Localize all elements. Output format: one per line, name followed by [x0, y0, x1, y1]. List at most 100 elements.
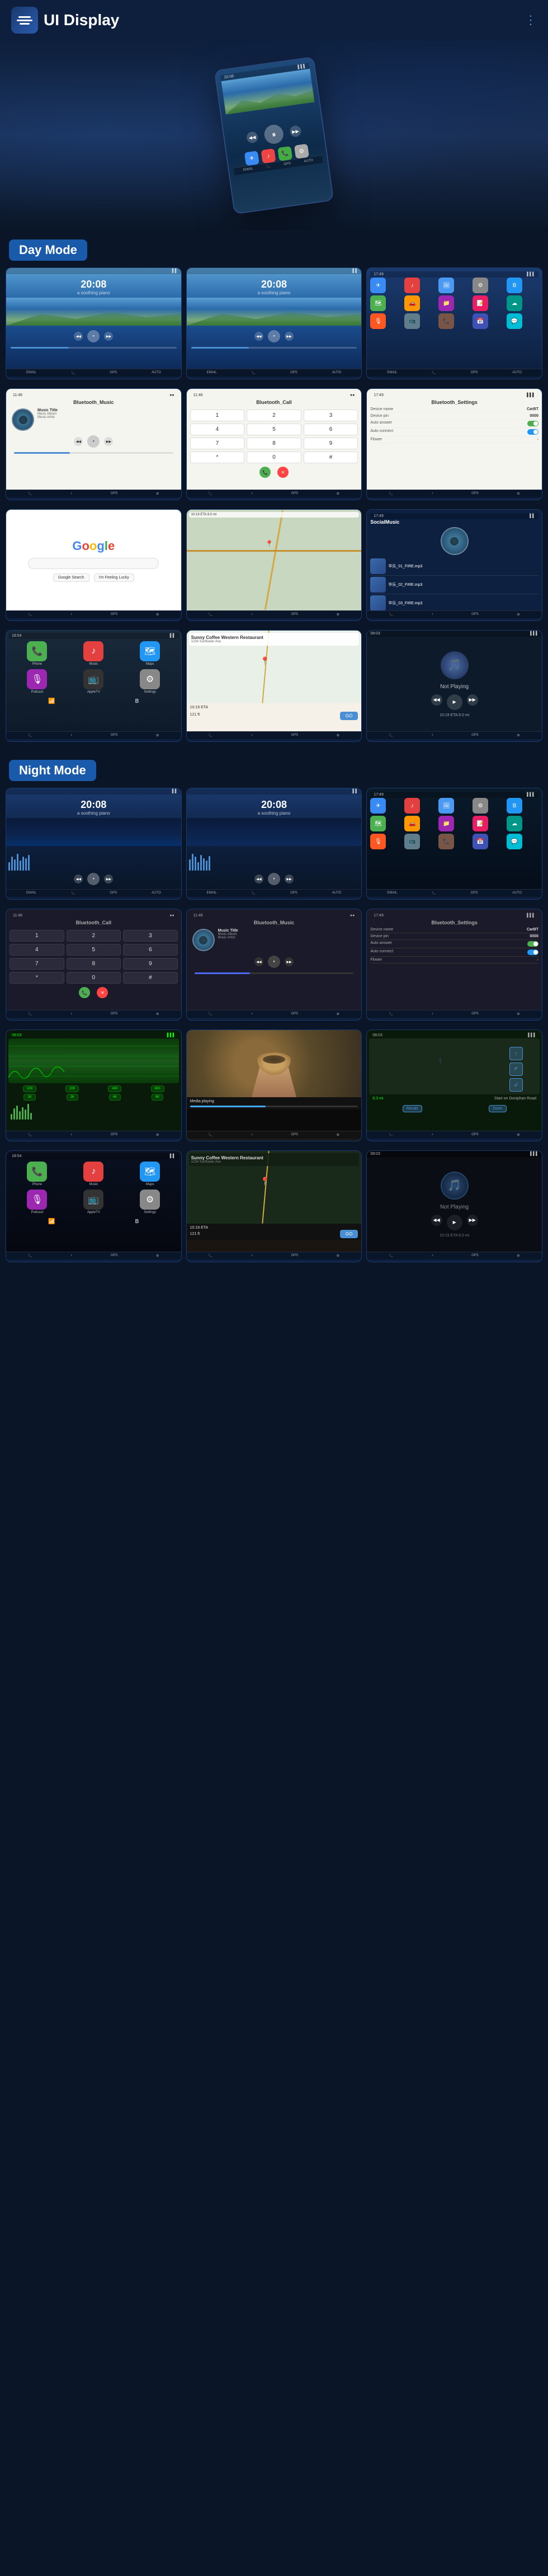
menu-icon[interactable]: ⋮	[525, 13, 537, 27]
google-search-box[interactable]	[28, 558, 159, 569]
nbt3-aa-toggle[interactable]	[527, 941, 538, 947]
app-settings[interactable]: ⚙	[473, 278, 488, 293]
cp-podcast[interactable]: 🎙 Podcast	[11, 669, 64, 694]
n-app-calendar[interactable]: 📅	[473, 834, 488, 849]
n-app-notes[interactable]: 📝	[473, 816, 488, 831]
d2-play[interactable]: ⏸	[268, 330, 280, 342]
nbt1-key-hash[interactable]: #	[123, 972, 178, 984]
drest-go-btn[interactable]: GO	[340, 712, 358, 720]
ds-track-3[interactable]: 华乐_03_FIRE.mp3	[370, 594, 538, 610]
app-maps[interactable]: 🗺	[370, 295, 386, 311]
app-music[interactable]: ♪	[404, 278, 420, 293]
hero-play-btn[interactable]: ⏸	[263, 124, 285, 145]
nbt1-hangup-btn[interactable]: ✕	[97, 987, 108, 998]
ds-track-1[interactable]: 华乐_01_FIRE.mp3	[370, 557, 538, 576]
dbt2-key-5[interactable]: 5	[247, 424, 301, 435]
n-app-telegram[interactable]: ✈	[370, 798, 386, 814]
n-app-carplay[interactable]: 🚗	[404, 816, 420, 831]
nnp-prev[interactable]: ◀◀	[431, 1215, 442, 1226]
nw-btn-4[interactable]: 800	[151, 1085, 164, 1092]
nbt1-key-1[interactable]: 1	[10, 930, 64, 942]
app-carplay[interactable]: 🚗	[404, 295, 420, 311]
nbt1-key-7[interactable]: 7	[10, 958, 64, 970]
dbt2-key-star[interactable]: *	[190, 452, 245, 463]
d2-next[interactable]: ▶▶	[285, 332, 294, 341]
ncp-phone[interactable]: 📞 Phone	[11, 1162, 64, 1186]
nw-btn-5[interactable]: 1K	[23, 1094, 35, 1101]
nw-btn-2[interactable]: 200	[65, 1085, 79, 1092]
app-photo[interactable]: 🖼	[438, 278, 454, 293]
ncp-appletv[interactable]: 📺 AppleTV	[67, 1190, 120, 1214]
nn-zoom-btn[interactable]: Zoom	[489, 1105, 507, 1112]
n-app-podcast[interactable]: 🎙	[370, 834, 386, 849]
nw-btn-1[interactable]: 100	[23, 1085, 36, 1092]
cp-settings[interactable]: ⚙ Settings	[124, 669, 177, 694]
n-app-files[interactable]: 📁	[438, 816, 454, 831]
n-app-music[interactable]: ♪	[404, 798, 420, 814]
n1-play[interactable]: ⏸	[87, 873, 100, 885]
d2-prev[interactable]: ◀◀	[254, 332, 263, 341]
dnp-play[interactable]: ▶	[447, 694, 462, 710]
dbt2-key-6[interactable]: 6	[304, 424, 358, 435]
d1-next[interactable]: ▶▶	[104, 332, 113, 341]
dbt2-hangup-btn[interactable]: ✕	[277, 467, 289, 478]
dbt2-call-btn[interactable]: 📞	[259, 467, 271, 478]
dbt2-key-2[interactable]: 2	[247, 410, 301, 421]
dbt2-key-hash[interactable]: #	[304, 452, 358, 463]
nbt1-key-9[interactable]: 9	[123, 958, 178, 970]
dbt2-key-3[interactable]: 3	[304, 410, 358, 421]
n2-prev[interactable]: ◀◀	[254, 875, 263, 883]
n-app-messages[interactable]: 💬	[507, 834, 522, 849]
n-app-weather[interactable]: ☁	[507, 816, 522, 831]
hero-next-btn[interactable]: ▶▶	[289, 125, 302, 138]
n-app-maps[interactable]: 🗺	[370, 816, 386, 831]
nrest-go-btn[interactable]: GO	[340, 1230, 358, 1238]
google-lucky-btn[interactable]: I'm Feeling Lucky	[94, 574, 134, 582]
nbt1-call-btn[interactable]: 📞	[79, 987, 90, 998]
nbt1-key-2[interactable]: 2	[67, 930, 121, 942]
n-app-settings[interactable]: ⚙	[473, 798, 488, 814]
dnp-prev[interactable]: ◀◀	[431, 694, 442, 706]
app-calendar[interactable]: 📅	[473, 313, 488, 329]
dbt2-key-7[interactable]: 7	[190, 438, 245, 449]
n-app-bt[interactable]: B	[507, 798, 522, 814]
dbt3-ac-toggle[interactable]	[527, 429, 538, 435]
dbt1-next[interactable]: ▶▶	[104, 437, 113, 446]
dbt3-aa-toggle[interactable]	[527, 421, 538, 426]
dnp-next[interactable]: ▶▶	[467, 694, 478, 706]
ncp-podcast[interactable]: 🎙 Podcast	[11, 1190, 64, 1214]
nn-recalc-btn[interactable]: Recalc	[403, 1105, 422, 1112]
dbt2-key-8[interactable]: 8	[247, 438, 301, 449]
dbt1-play[interactable]: ⏸	[87, 435, 100, 448]
nbt1-key-0[interactable]: 0	[67, 972, 121, 984]
nbt2-prev[interactable]: ◀◀	[254, 957, 263, 966]
nnp-play[interactable]: ▶	[447, 1215, 462, 1230]
n1-next[interactable]: ▶▶	[104, 875, 113, 883]
dbt1-prev[interactable]: ◀◀	[74, 437, 83, 446]
nnp-next[interactable]: ▶▶	[467, 1215, 478, 1226]
nn-turn-2[interactable]: ↱	[509, 1063, 523, 1076]
n-app-appletv[interactable]: 📺	[404, 834, 420, 849]
app-messages[interactable]: 💬	[507, 313, 522, 329]
n-app-photo[interactable]: 🖼	[438, 798, 454, 814]
app-notes[interactable]: 📝	[473, 295, 488, 311]
dbt2-key-1[interactable]: 1	[190, 410, 245, 421]
n1-prev[interactable]: ◀◀	[74, 875, 83, 883]
cp-appletv[interactable]: 📺 AppleTV	[67, 669, 120, 694]
nbt1-key-8[interactable]: 8	[67, 958, 121, 970]
n-app-phone[interactable]: 📞	[438, 834, 454, 849]
nbt1-key-6[interactable]: 6	[123, 944, 178, 956]
dbt2-key-4[interactable]: 4	[190, 424, 245, 435]
app-files[interactable]: 📁	[438, 295, 454, 311]
app-weather[interactable]: ☁	[507, 295, 522, 311]
ds-track-2[interactable]: 华乐_02_FIRE.mp3	[370, 576, 538, 594]
dbt2-key-9[interactable]: 9	[304, 438, 358, 449]
app-bt[interactable]: B	[507, 278, 522, 293]
cp-maps[interactable]: 🗺 Maps	[124, 641, 177, 666]
nw-btn-6[interactable]: 2K	[67, 1094, 78, 1101]
cp-phone[interactable]: 📞 Phone	[11, 641, 64, 666]
n2-next[interactable]: ▶▶	[285, 875, 294, 883]
nbt2-play[interactable]: ⏸	[268, 956, 280, 968]
app-appletv[interactable]: 📺	[404, 313, 420, 329]
d1-prev[interactable]: ◀◀	[74, 332, 83, 341]
